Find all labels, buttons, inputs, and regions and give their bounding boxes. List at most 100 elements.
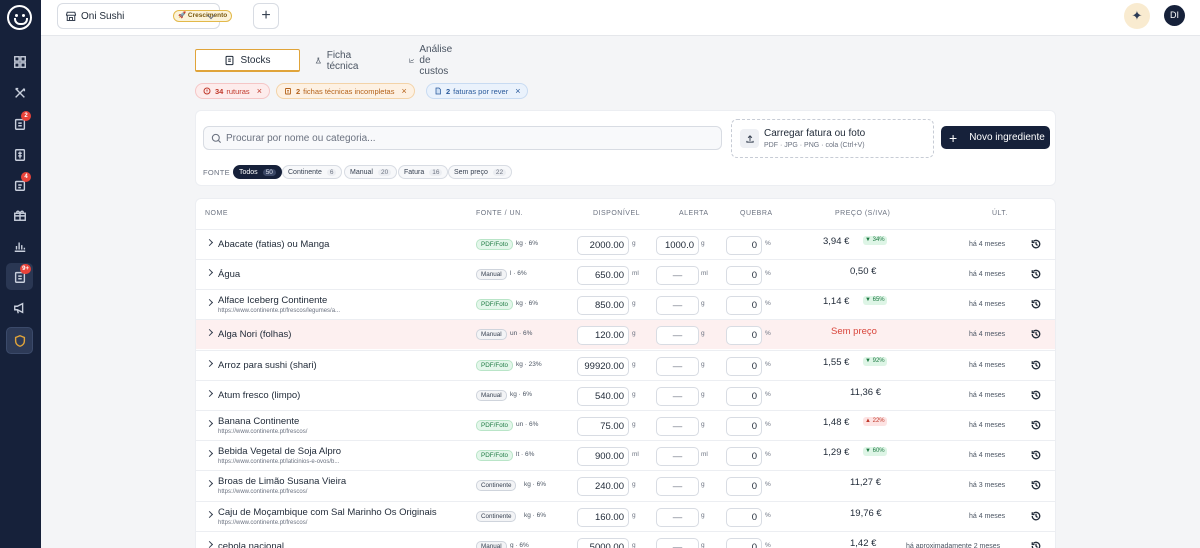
alert-chip-fichas[interactable]: 2 fichas técnicas incompletas × (276, 83, 415, 99)
expand-chevron-icon[interactable] (205, 238, 214, 247)
alert-input[interactable]: 1000.0 (656, 236, 699, 255)
loss-input[interactable]: 0 (726, 477, 762, 496)
alert-chip-faturas[interactable]: 2 faturas por rever × (426, 83, 529, 99)
loss-input[interactable]: 0 (726, 538, 762, 548)
loss-input[interactable]: 0 (726, 266, 762, 285)
history-icon[interactable] (1030, 419, 1042, 431)
alert-input[interactable]: — (656, 538, 699, 548)
filter-sem-preco[interactable]: Sem preço 22 (448, 165, 513, 179)
available-input[interactable]: 240.00 (577, 477, 629, 496)
history-icon[interactable] (1030, 540, 1042, 548)
available-input[interactable]: 120.00 (577, 326, 629, 345)
ingredient-name[interactable]: Água (218, 269, 240, 280)
history-icon[interactable] (1030, 389, 1042, 401)
ingredient-name[interactable]: Bebida Vegetal de Soja Alpro (218, 446, 341, 457)
expand-chevron-icon[interactable] (205, 449, 214, 458)
ingredient-name[interactable]: Atum fresco (limpo) (218, 390, 300, 401)
loss-input[interactable]: 0 (726, 447, 762, 466)
gift-icon[interactable] (6, 201, 33, 228)
history-icon[interactable] (1030, 510, 1042, 522)
table-row[interactable]: Alface Iceberg Continente https://www.con… (196, 289, 1055, 319)
close-icon[interactable]: × (257, 86, 262, 96)
available-input[interactable]: 5000.00 (577, 538, 629, 548)
alert-input[interactable]: — (656, 417, 699, 436)
expand-chevron-icon[interactable] (205, 389, 214, 398)
ingredient-url[interactable]: https://www.continente.pt/frescos/ (218, 429, 307, 435)
table-row[interactable]: cebola nacional Manual g · 6% 5000.00 g — g 0% 1… (196, 531, 1055, 548)
history-icon[interactable] (1030, 359, 1042, 371)
add-restaurant-button[interactable]: + (253, 3, 279, 29)
close-icon[interactable]: × (401, 86, 406, 96)
loss-input[interactable]: 0 (726, 296, 762, 315)
table-row[interactable]: Água Manual l · 6% 650.00 ml — ml 0% 0,50 € há 4 … (196, 259, 1055, 289)
new-ingredient-button[interactable]: + Novo ingrediente (941, 126, 1050, 149)
filter-manual[interactable]: Manual 20 (344, 165, 398, 179)
ingredient-url[interactable]: https://www.continente.pt/laticinios-e-o… (218, 459, 339, 465)
alert-input[interactable]: — (656, 296, 699, 315)
restaurant-selector[interactable]: Oni Sushi 🚀 Crescimento (57, 3, 233, 29)
filter-continente[interactable]: Continente 6 (282, 165, 343, 179)
alert-input[interactable]: — (656, 477, 699, 496)
alert-input[interactable]: — (656, 357, 699, 376)
history-icon[interactable] (1030, 328, 1042, 340)
alert-input[interactable]: — (656, 266, 699, 285)
chart-icon[interactable] (6, 232, 33, 259)
available-input[interactable]: 160.00 (577, 508, 629, 527)
col-available[interactable]: DISPONÍVEL (593, 210, 640, 217)
col-alert[interactable]: ALERTA (679, 210, 709, 217)
col-loss[interactable]: QUEBRA (740, 210, 773, 217)
available-input[interactable]: 850.00 (577, 296, 629, 315)
ingredient-name[interactable]: Arroz para sushi (shari) (218, 360, 317, 371)
available-input[interactable]: 650.00 (577, 266, 629, 285)
loss-input[interactable]: 0 (726, 357, 762, 376)
utensils-icon[interactable] (6, 79, 33, 106)
col-source[interactable]: FONTE / UN. (476, 210, 523, 217)
ingredient-url[interactable]: https://www.continente.pt/frescos/ (218, 520, 307, 526)
ingredient-name[interactable]: Caju de Moçambique com Sal Marinho Os Or… (218, 507, 437, 518)
expand-chevron-icon[interactable] (205, 419, 214, 428)
table-row[interactable]: Banana Continente https://www.continente.… (196, 410, 1055, 440)
expand-chevron-icon[interactable] (205, 359, 214, 368)
table-row[interactable]: Caju de Moçambique com Sal Marinho Os Or… (196, 501, 1055, 531)
expand-chevron-icon[interactable] (205, 479, 214, 488)
table-row[interactable]: Bebida Vegetal de Soja Alpro https://www.… (196, 440, 1055, 470)
table-row[interactable]: Alga Nori (folhas) Manual un · 6% 120.00 g — g… (196, 319, 1055, 349)
available-input[interactable]: 900.00 (577, 447, 629, 466)
upload-dropzone[interactable]: Carregar fatura ou foto PDF · JPG · PNG … (731, 119, 934, 158)
col-name[interactable]: NOME (205, 210, 228, 217)
search-input[interactable]: Procurar por nome ou categoria... (203, 126, 722, 150)
expand-chevron-icon[interactable] (205, 268, 214, 277)
table-row[interactable]: Abacate (fatias) ou Manga PDF/Foto kg · 6%… (196, 229, 1055, 259)
expand-chevron-icon[interactable] (205, 298, 214, 307)
orders-icon[interactable]: 2 (6, 110, 33, 137)
loss-input[interactable]: 0 (726, 387, 762, 406)
alert-input[interactable]: — (656, 508, 699, 527)
history-icon[interactable] (1030, 238, 1042, 250)
alert-input[interactable]: — (656, 387, 699, 406)
expand-chevron-icon[interactable] (205, 510, 214, 519)
ingredient-name[interactable]: Alga Nori (folhas) (218, 329, 291, 340)
loss-input[interactable]: 0 (726, 417, 762, 436)
sparkle-icon[interactable]: ✦ (1124, 3, 1150, 29)
close-icon[interactable]: × (515, 86, 520, 96)
ingredient-name[interactable]: Broas de Limão Susana Vieira (218, 476, 346, 487)
tab-analise-custos[interactable]: Análise de custos (409, 44, 458, 77)
available-input[interactable]: 2000.00 (577, 236, 629, 255)
ingredient-name[interactable]: Alface Iceberg Continente (218, 295, 327, 306)
ingredient-name[interactable]: Banana Continente (218, 416, 299, 427)
tab-stocks[interactable]: Stocks (195, 49, 300, 72)
loss-input[interactable]: 0 (726, 236, 762, 255)
stock-icon[interactable]: 9+ (6, 263, 33, 290)
table-row[interactable]: Arroz para sushi (shari) PDF/Foto kg · 23%… (196, 350, 1055, 380)
dashboard-icon[interactable] (6, 48, 33, 75)
history-icon[interactable] (1030, 449, 1042, 461)
shield-icon[interactable] (6, 327, 33, 354)
ingredient-name[interactable]: Abacate (fatias) ou Manga (218, 239, 329, 250)
delivery-icon[interactable]: 4 (6, 171, 33, 198)
expand-chevron-icon[interactable] (205, 328, 214, 337)
alert-input[interactable]: — (656, 326, 699, 345)
history-icon[interactable] (1030, 298, 1042, 310)
loss-input[interactable]: 0 (726, 508, 762, 527)
app-logo-icon[interactable] (7, 5, 32, 30)
expand-chevron-icon[interactable] (205, 540, 214, 548)
